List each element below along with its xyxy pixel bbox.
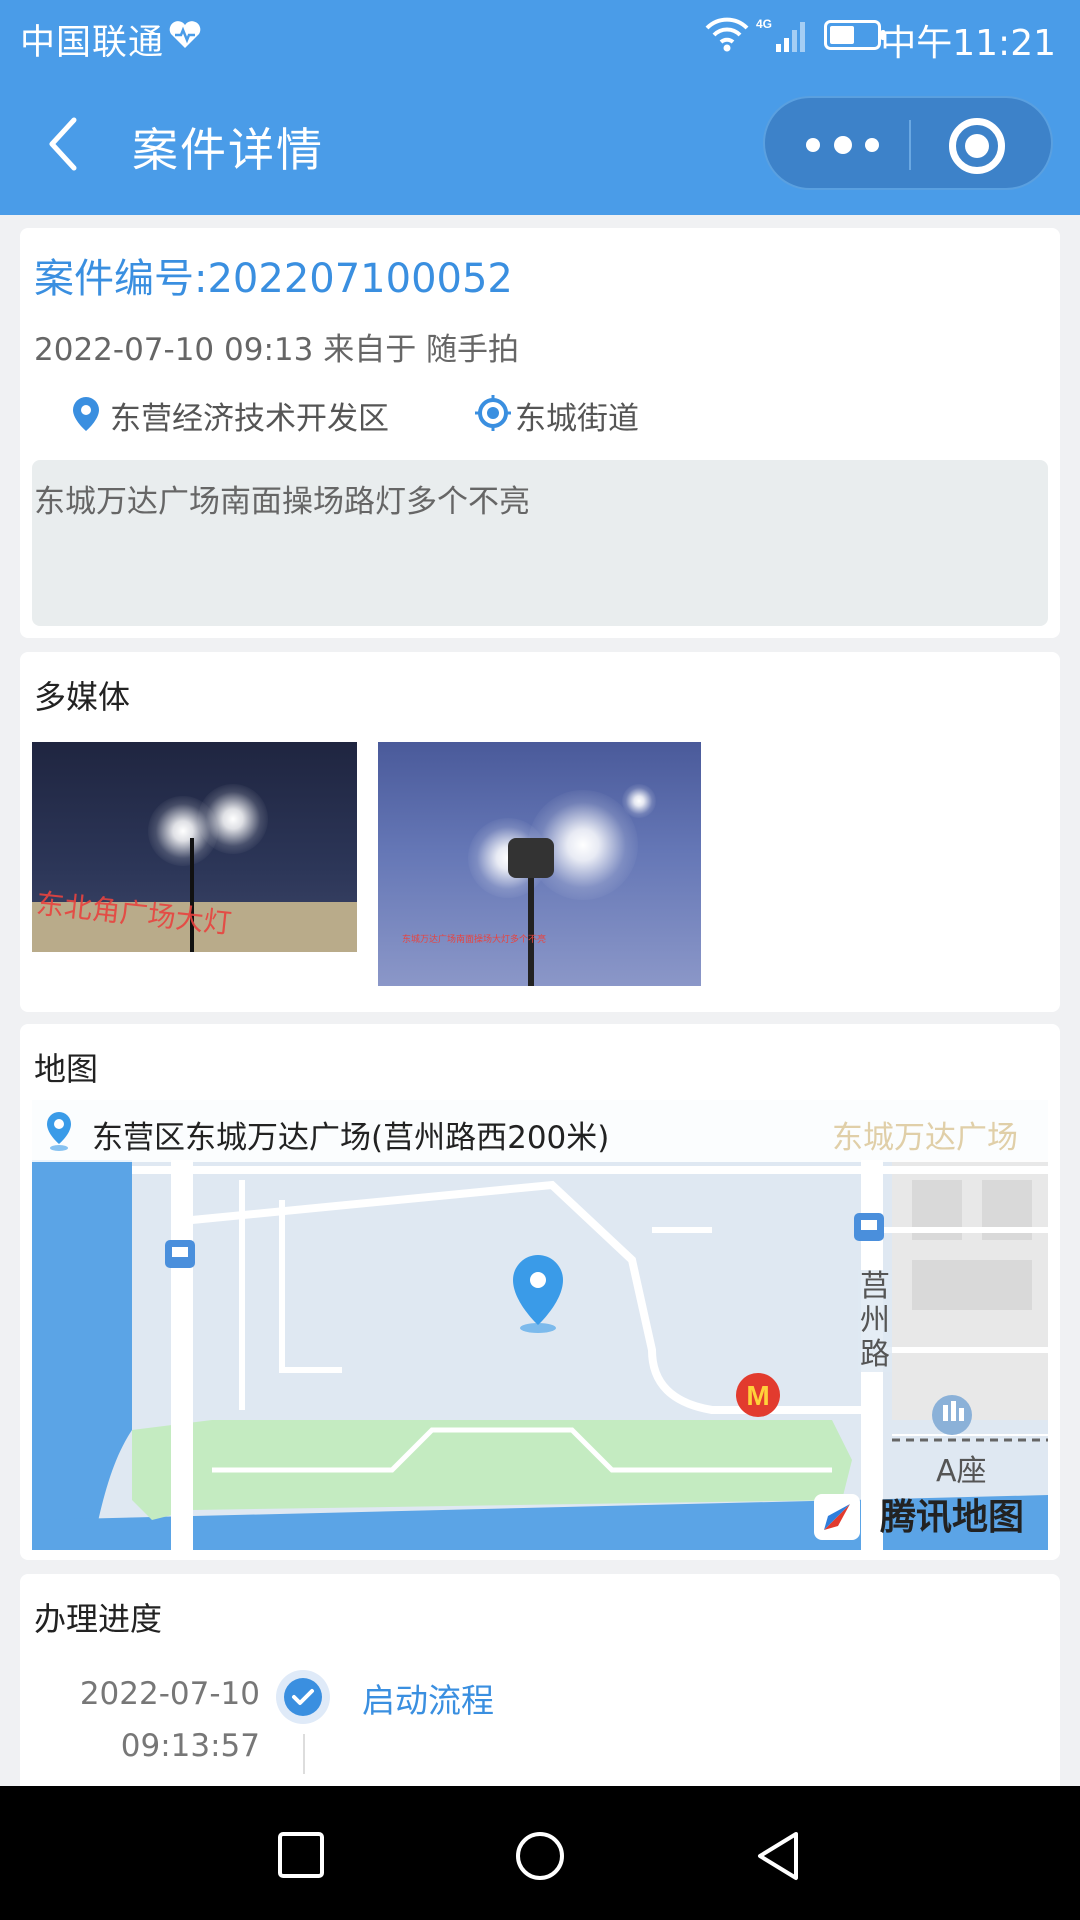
system-nav-bar — [0, 1786, 1080, 1920]
map-poi-label: 东城万达广场 — [832, 1120, 1018, 1156]
district-label: 东营经济技术开发区 — [110, 401, 389, 437]
map-canvas: M — [32, 1100, 1048, 1550]
close-icon[interactable] — [949, 118, 1005, 174]
battery-icon — [824, 20, 885, 50]
step-time: 09:13:57 — [120, 1728, 260, 1764]
step-date: 2022-07-10 — [79, 1676, 260, 1712]
more-icon[interactable] — [791, 116, 891, 174]
capsule-divider — [909, 120, 911, 170]
media-photo-1[interactable]: 东北角广场大灯 — [32, 742, 357, 952]
step-label: 启动流程 — [362, 1681, 494, 1720]
step-connector — [303, 1734, 305, 1774]
case-info-card: 案件编号:202207100052 2022-07-10 09:13 来自于 随… — [20, 228, 1060, 638]
street-label: 东城街道 — [515, 401, 639, 437]
building-label: A座 — [936, 1454, 987, 1489]
case-number: 案件编号:202207100052 — [34, 256, 513, 302]
case-meta: 2022-07-10 09:13 来自于 随手拍 — [34, 332, 520, 368]
tencent-map-logo-icon — [814, 1494, 860, 1540]
map-address-bar: 东营区东城万达广场(莒州路西200米) 东城万达广场 — [32, 1100, 1048, 1162]
map-brand-badge: 腾讯地图 — [814, 1492, 1024, 1542]
heart-icon — [169, 21, 201, 48]
status-bar: 中国联通 4G 中午11:21 — [0, 0, 1080, 75]
nav-bar: 案件详情 — [0, 80, 1080, 215]
location-pin-icon — [73, 397, 99, 431]
network-type: 4G — [756, 17, 772, 31]
check-icon — [292, 1689, 314, 1705]
svg-text:M: M — [746, 1380, 769, 1411]
step-datetime: 2022-07-10 09:13:57 — [60, 1668, 260, 1772]
mini-program-capsule — [763, 96, 1053, 190]
home-icon[interactable] — [514, 1830, 566, 1882]
road-label: 莒州路 — [858, 1269, 892, 1372]
map-address: 东营区东城万达广场(莒州路西200米) — [92, 1120, 610, 1156]
map-title: 地图 — [34, 1050, 99, 1088]
map-view[interactable]: M 莒州路 A座 东营区东城万达广场(莒州路西200米) 东城万达广场 腾讯地图 — [32, 1100, 1048, 1550]
map-brand: 腾讯地图 — [879, 1497, 1024, 1538]
media-title: 多媒体 — [34, 678, 131, 716]
photo-caption: 东城万达广场南面操场大灯多个不亮 — [402, 935, 547, 945]
media-card: 多媒体 东北角广场大灯 东城万达广场南面操场大灯多个不亮 — [20, 652, 1060, 1012]
back-nav-icon[interactable] — [754, 1830, 804, 1882]
location-pin-icon — [47, 1112, 71, 1151]
wifi-icon — [705, 17, 749, 52]
recent-apps-icon[interactable] — [276, 1830, 326, 1880]
progress-title: 办理进度 — [34, 1600, 163, 1638]
map-card: 地图 M 莒州路 A座 东营区东城万达广场(莒州路西200米) 东城万达广场 腾… — [20, 1024, 1060, 1560]
top-bar: 中国联通 4G 中午11:21 案件详情 — [0, 0, 1080, 215]
signal-icon: 4G — [756, 17, 805, 52]
case-description: 东城万达广场南面操场路灯多个不亮 — [34, 484, 530, 520]
page-title: 案件详情 — [132, 123, 324, 177]
carrier-name: 中国联通 — [20, 23, 165, 63]
back-icon[interactable] — [40, 112, 90, 176]
media-photo-2[interactable]: 东城万达广场南面操场大灯多个不亮 — [378, 742, 701, 986]
clock: 中午11:21 — [880, 23, 1056, 64]
target-icon — [475, 395, 511, 431]
